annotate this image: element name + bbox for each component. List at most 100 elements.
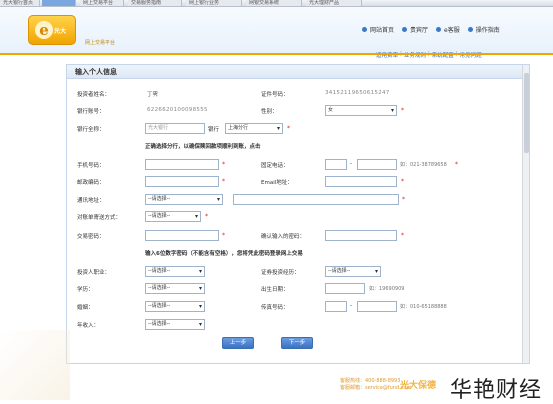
footer-brand: 光大保德 — [400, 381, 437, 391]
education-select[interactable]: --请选择-- — [145, 283, 205, 294]
fax-hint: 如：010-65188888 — [400, 304, 447, 310]
home-icon — [362, 27, 367, 32]
required-marker: * — [401, 232, 404, 239]
zip-input[interactable] — [145, 176, 219, 187]
logo-text: 光大 — [54, 28, 67, 35]
form-row-account: 银行账号： 6226620100098555 性别： 女 * — [67, 103, 523, 119]
form-row-bank: 银行全称： 光大银行 银行 上海分行 * — [67, 121, 523, 137]
form-row-income: 年收入： --请选择-- — [67, 317, 523, 333]
marriage-label: 婚姻： — [77, 305, 94, 311]
required-marker: * — [401, 178, 404, 185]
income-label: 年收入： — [77, 323, 100, 329]
browser-tab[interactable]: 网上交易平台 — [80, 0, 124, 6]
education-label: 学历： — [77, 287, 94, 293]
form-row-zip: 邮政编码： * Email地址： * — [67, 174, 523, 190]
password-notice: 输入6位数字密码（不能含有空格），您将凭此密码登录网上交易 — [145, 251, 303, 257]
required-marker: * — [222, 178, 225, 185]
prev-step-button[interactable]: 上一步 — [222, 337, 254, 349]
browser-tab[interactable]: 光大银行首页 — [0, 0, 40, 6]
nav-service[interactable]: e客服 — [436, 25, 460, 34]
marriage-select[interactable]: --请选择-- — [145, 301, 205, 312]
browser-tab-strip: 光大银行首页 网上交易平台 交易服务指南 网上银行业务 网银交易系统 光大理财产… — [0, 0, 553, 7]
scrollbar[interactable] — [522, 65, 529, 363]
site-logo[interactable]: e 光大 — [28, 15, 76, 45]
statement-label: 对账单寄送方式： — [77, 215, 122, 221]
branch-select[interactable]: 上海分行 — [225, 123, 283, 134]
scroll-thumb[interactable] — [524, 73, 529, 153]
gender-label: 性别： — [261, 109, 278, 115]
phone-hint: 如：021-38789658 — [400, 162, 447, 168]
confirm-password-input[interactable] — [325, 230, 397, 241]
phone-label: 固定电话： — [261, 163, 289, 169]
cert-value: 34152119650615247 — [325, 90, 390, 96]
experience-select[interactable]: --请选择-- — [325, 266, 381, 277]
form-row-education: 学历： --请选择-- 出生日期： 如：19690909 — [67, 281, 523, 297]
birth-label: 出生日期： — [261, 287, 289, 293]
corner-shade — [0, 330, 70, 400]
birth-hint: 如：19690909 — [369, 286, 405, 292]
browser-tab[interactable]: 网银交易系统 — [246, 0, 302, 6]
mobile-label: 手机号码： — [77, 163, 105, 169]
required-marker: * — [222, 161, 225, 168]
nav-guide[interactable]: 操作指南 — [467, 25, 500, 34]
confirm-password-label: 确认输入的密码： — [261, 234, 306, 240]
name-label: 投资者姓名： — [77, 92, 111, 98]
personal-info-panel: 输入个人信息 投资者姓名： 丁霁 证件号码： 34152119650615247… — [66, 64, 530, 364]
experience-label: 证券投资经历： — [261, 270, 300, 276]
nav-vip[interactable]: 贵宾厅 — [402, 25, 428, 34]
nav-home[interactable]: 网站首页 — [362, 25, 394, 34]
required-marker: * — [205, 213, 208, 220]
form-row-occupation: 投资人职业： --请选择-- 证券投资经历： --请选择-- — [67, 264, 523, 280]
required-marker: * — [222, 232, 225, 239]
next-step-button[interactable]: 下一步 — [281, 337, 313, 349]
fax-label: 传真号码： — [261, 305, 289, 311]
service-icon — [436, 27, 442, 32]
mobile-input[interactable] — [145, 159, 219, 170]
email-label: Email地址： — [261, 180, 293, 186]
occupation-label: 投资人职业： — [77, 270, 111, 276]
dash: - — [350, 302, 353, 309]
watermark-text: 华艳财经 — [450, 378, 543, 403]
name-value: 丁霁 — [147, 92, 159, 98]
browser-tab[interactable]: 交易服务指南 — [128, 0, 182, 6]
income-select[interactable]: --请选择-- — [145, 319, 205, 330]
form-row-address: 通讯地址： --请选择-- * — [67, 192, 523, 208]
required-marker: * — [287, 125, 290, 132]
birth-date-input[interactable] — [325, 283, 365, 294]
form-row-password: 交易密码： * 确认输入的密码： * — [67, 228, 523, 244]
trade-password-label: 交易密码： — [77, 234, 105, 240]
dash: - — [350, 160, 353, 167]
gender-select[interactable]: 女 — [325, 105, 397, 116]
bank-label: 银行全称： — [77, 127, 105, 133]
phone-area-input[interactable] — [325, 159, 347, 170]
account-label: 银行账号： — [77, 109, 105, 115]
address-input[interactable] — [233, 194, 399, 205]
statement-select[interactable]: --请选择-- — [145, 211, 201, 222]
top-nav: 网站首页 贵宾厅 e客服 操作指南 — [362, 25, 500, 34]
guide-icon — [467, 27, 473, 32]
vip-icon — [402, 27, 408, 32]
form-row-marriage: 婚姻： --请选择-- 传真号码： - 如：010-65188888 — [67, 299, 523, 315]
required-marker: * — [401, 107, 404, 114]
form-row-name: 投资者姓名： 丁霁 证件号码： 34152119650615247 — [67, 86, 523, 102]
browser-tab[interactable]: 网上银行业务 — [186, 0, 242, 6]
fax-area-input[interactable] — [325, 301, 347, 312]
browser-tab[interactable]: 光大理财产品 — [306, 0, 362, 6]
account-value: 6226620100098555 — [147, 107, 208, 113]
bank-mid-label: 银行 — [208, 127, 220, 133]
panel-title: 输入个人信息 — [67, 65, 529, 79]
required-marker: * — [402, 196, 405, 203]
required-marker: * — [455, 161, 458, 168]
form-row-phone: 手机号码： * 固定电话： - 如：021-38789658 * — [67, 157, 523, 173]
fax-number-input[interactable] — [357, 301, 397, 312]
address-label: 通讯地址： — [77, 198, 105, 204]
browser-tab-active[interactable] — [42, 0, 76, 6]
email-input[interactable] — [325, 176, 397, 187]
zip-label: 邮政编码： — [77, 180, 105, 186]
trade-password-input[interactable] — [145, 230, 219, 241]
branch-notice: 正确选择分行，以确保赎回款项顺利到账，点击 — [145, 144, 261, 150]
address-province-select[interactable]: --请选择-- — [145, 194, 223, 205]
occupation-select[interactable]: --请选择-- — [145, 266, 205, 277]
bank-name-input[interactable]: 光大银行 — [145, 123, 205, 134]
phone-number-input[interactable] — [357, 159, 397, 170]
